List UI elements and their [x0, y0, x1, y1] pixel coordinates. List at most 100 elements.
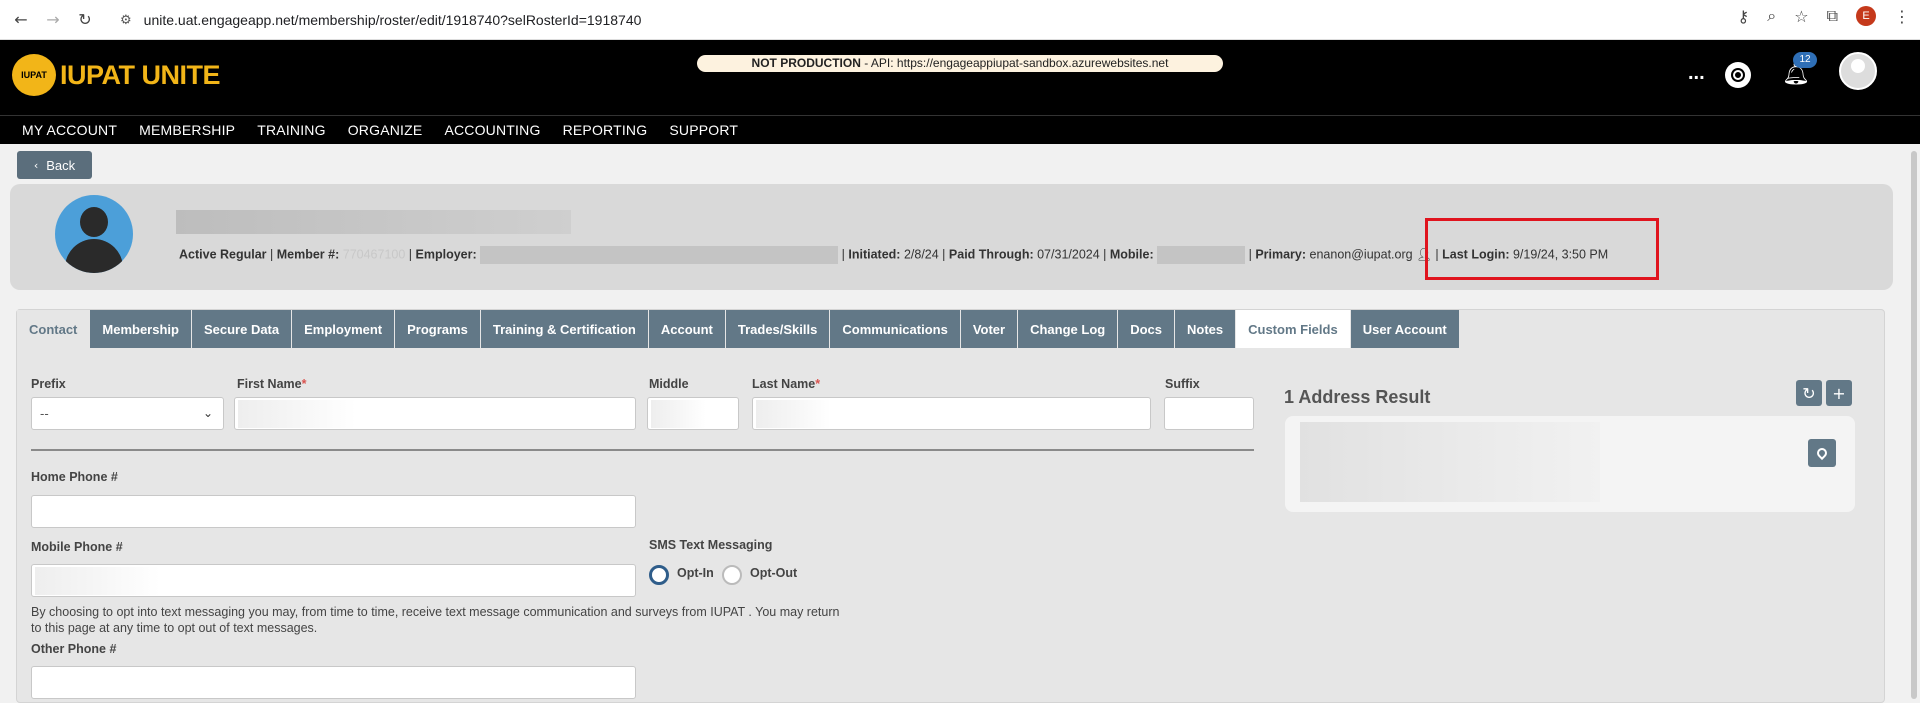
back-arrow-icon[interactable]: ←: [10, 9, 32, 31]
refresh-icon[interactable]: ↻: [1796, 380, 1822, 406]
sms-label: SMS Text Messaging: [649, 538, 773, 552]
banner-strong: NOT PRODUCTION: [751, 56, 861, 70]
opt-in-label[interactable]: Opt-In: [677, 566, 714, 580]
back-label: Back: [46, 157, 76, 173]
home-phone-input[interactable]: [31, 495, 636, 528]
prefix-label: Prefix: [31, 377, 66, 391]
address-bar[interactable]: ⚙ unite.uat.engageapp.net/membership/ros…: [120, 6, 1770, 34]
site-settings-icon[interactable]: ⚙: [120, 13, 132, 28]
tab-docs[interactable]: Docs: [1118, 310, 1174, 348]
middle-input[interactable]: [647, 397, 739, 430]
tab-communications[interactable]: Communications: [830, 310, 960, 348]
map-pin-icon[interactable]: [1808, 439, 1836, 467]
initiated-label: Initiated:: [848, 247, 901, 262]
tab-membership[interactable]: Membership: [90, 310, 191, 348]
tab-contact[interactable]: Contact: [17, 310, 90, 348]
user-avatar[interactable]: [1839, 52, 1877, 90]
tab-trades-skills[interactable]: Trades/Skills: [725, 310, 830, 348]
tab-notes[interactable]: Notes: [1175, 310, 1236, 348]
tab-training-certification[interactable]: Training & Certification: [480, 310, 648, 348]
last-name-input[interactable]: [752, 397, 1151, 430]
first-name-label-text: First Name: [237, 377, 302, 391]
last-name-label: Last Name*: [752, 377, 820, 391]
menu-support[interactable]: SUPPORT: [669, 122, 738, 138]
add-address-button[interactable]: +: [1826, 380, 1852, 406]
logo-text: IUPAT UNITE: [60, 59, 221, 90]
other-phone-label: Other Phone #: [31, 642, 117, 656]
logo-emblem-icon: IUPAT: [12, 54, 56, 96]
tab-voter[interactable]: Voter: [960, 310, 1018, 348]
tab-secure-data[interactable]: Secure Data: [191, 310, 292, 348]
first-name-label: First Name*: [237, 377, 306, 391]
more-menu-button[interactable]: ...: [1688, 62, 1705, 85]
sms-opt-in-radio[interactable]: [649, 565, 669, 585]
page-scrollbar[interactable]: [1908, 147, 1920, 703]
menu-accounting[interactable]: ACCOUNTING: [444, 122, 540, 138]
required-mark: *: [815, 377, 821, 391]
extensions-icon[interactable]: ⧉: [1827, 6, 1838, 26]
back-button[interactable]: ‹ Back: [17, 151, 92, 179]
browser-toolbar: ← → ↻ ⚙ unite.uat.engageapp.net/membersh…: [0, 0, 1920, 40]
tab-account[interactable]: Account: [648, 310, 725, 348]
forward-arrow-icon[interactable]: →: [42, 9, 64, 31]
last-login-highlight: [1425, 218, 1659, 280]
mobile-label: Mobile:: [1109, 247, 1154, 262]
menu-my-account[interactable]: MY ACCOUNT: [22, 122, 117, 138]
primary-email-label: Primary:: [1255, 247, 1307, 262]
browser-menu-icon[interactable]: ⋮: [1894, 7, 1910, 26]
last-name-redacted: [756, 400, 831, 428]
app-logo[interactable]: IUPAT IUPAT UNITE: [12, 54, 221, 96]
tab-custom-fields[interactable]: Custom Fields: [1236, 310, 1350, 348]
prefix-select[interactable]: -- ⌄: [31, 397, 224, 430]
environment-banner: NOT PRODUCTION - API: https://engageappi…: [697, 55, 1223, 72]
first-name-redacted: [238, 400, 356, 428]
member-name-redacted: [176, 210, 571, 234]
suffix-label: Suffix: [1165, 377, 1200, 391]
initiated-value: 2/8/24: [903, 247, 939, 262]
member-number-redacted: 770467100: [342, 247, 406, 262]
tab-programs[interactable]: Programs: [395, 310, 480, 348]
section-divider: [31, 449, 1254, 451]
main-menu: MY ACCOUNT MEMBERSHIP TRAINING ORGANIZE …: [0, 115, 1920, 144]
paid-through-label: Paid Through:: [948, 247, 1034, 262]
browser-profile-avatar[interactable]: E: [1856, 6, 1876, 26]
menu-membership[interactable]: MEMBERSHIP: [139, 122, 235, 138]
member-avatar: [55, 195, 133, 273]
star-icon[interactable]: ☆: [1794, 7, 1808, 26]
menu-reporting[interactable]: REPORTING: [563, 122, 648, 138]
mobile-redacted: [1157, 246, 1246, 264]
mobile-phone-redacted: [35, 567, 160, 595]
suffix-input[interactable]: [1164, 397, 1254, 430]
address-redacted: [1300, 422, 1600, 502]
mobile-phone-input[interactable]: [31, 564, 636, 597]
menu-organize[interactable]: ORGANIZE: [348, 122, 423, 138]
app-header: IUPAT IUPAT UNITE NOT PRODUCTION - API: …: [0, 40, 1920, 115]
chevron-down-icon: ⌄: [202, 406, 213, 420]
key-icon[interactable]: ⚷: [1738, 7, 1750, 26]
mobile-phone-label: Mobile Phone #: [31, 540, 123, 554]
sms-disclaimer: By choosing to opt into text messaging y…: [31, 605, 840, 635]
reload-icon[interactable]: ↻: [74, 9, 96, 31]
employer-label: Employer:: [415, 247, 477, 262]
tab-change-log[interactable]: Change Log: [1018, 310, 1118, 348]
url-text[interactable]: unite.uat.engageapp.net/membership/roste…: [144, 12, 642, 28]
employer-redacted: [480, 246, 839, 264]
paid-through-value: 07/31/2024: [1037, 247, 1100, 262]
zoom-icon[interactable]: ⌕: [1767, 6, 1776, 26]
other-phone-input[interactable]: [31, 666, 636, 699]
chevron-left-icon: ‹: [33, 158, 39, 172]
first-name-input[interactable]: [234, 397, 636, 430]
member-number-label: Member #:: [276, 247, 340, 262]
last-name-label-text: Last Name: [752, 377, 816, 391]
banner-text: - API: https://engageappiupat-sandbox.az…: [860, 56, 1169, 70]
eye-icon[interactable]: [1725, 62, 1751, 88]
menu-training[interactable]: TRAINING: [257, 122, 326, 138]
tab-user-account[interactable]: User Account: [1350, 310, 1459, 348]
opt-out-label[interactable]: Opt-Out: [750, 566, 797, 580]
prefix-value: --: [40, 406, 49, 421]
sms-opt-out-radio[interactable]: [722, 565, 742, 585]
address-result-title: 1 Address Result: [1284, 387, 1431, 407]
member-meta-line: Active Regular | Member #: 770467100 | E…: [179, 246, 1608, 264]
tab-employment[interactable]: Employment: [292, 310, 395, 348]
primary-email[interactable]: enanon@iupat.org: [1310, 247, 1413, 261]
